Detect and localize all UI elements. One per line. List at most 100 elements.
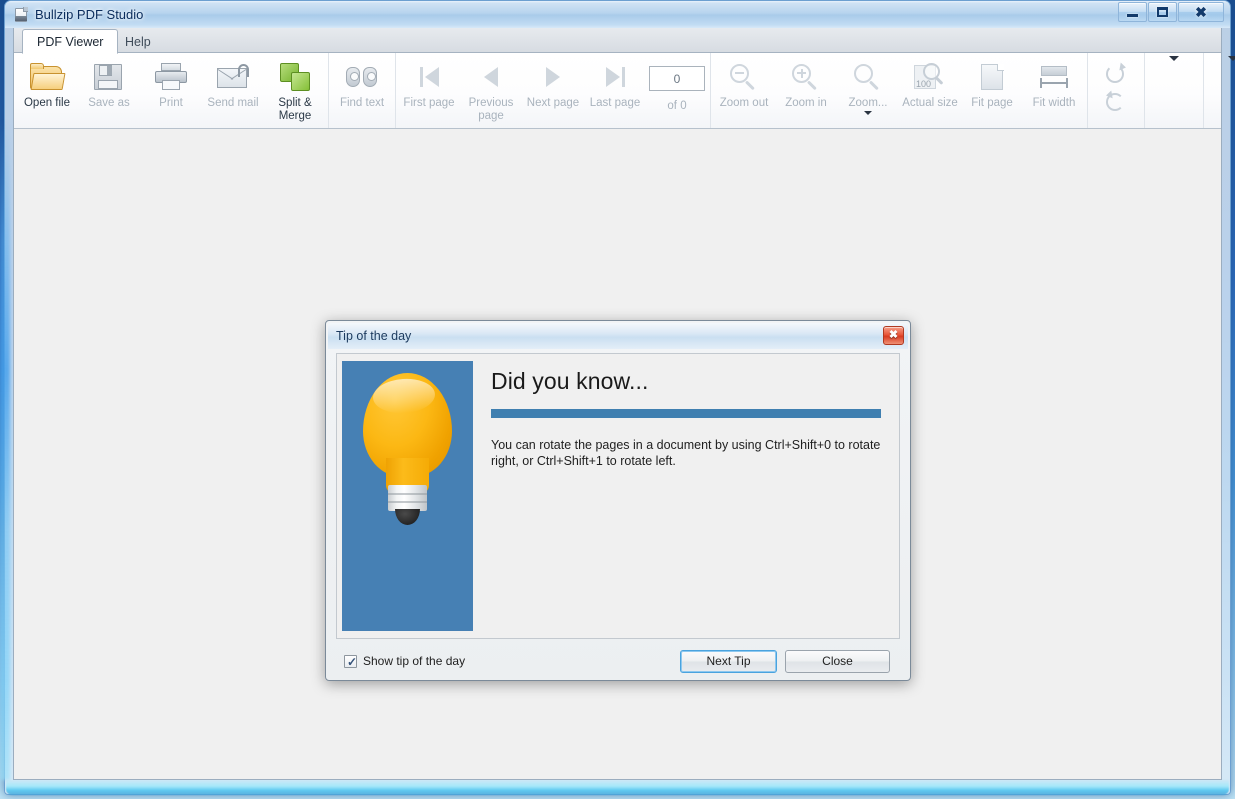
maximize-button[interactable] — [1148, 2, 1177, 22]
minimize-button[interactable] — [1118, 2, 1147, 22]
heading-divider — [491, 409, 881, 418]
ribbon-toolbar: Open file Save as Print Send mail Split … — [14, 53, 1221, 129]
chevron-down-icon[interactable] — [864, 111, 872, 115]
zoom-out-label: Zoom out — [713, 97, 775, 110]
binoculars-icon — [345, 65, 379, 89]
maximize-icon — [1157, 7, 1168, 17]
page-number-input[interactable]: 0 — [649, 66, 705, 91]
client-area: PDF Viewer Help Open file Save as — [13, 28, 1222, 780]
split-merge-label: Split & Merge — [264, 97, 326, 123]
magnifier-plus-icon — [791, 63, 821, 91]
fit-page-button[interactable]: Fit page — [961, 56, 1023, 126]
window-glow-left — [0, 120, 10, 780]
first-page-icon — [420, 67, 439, 87]
dialog-close-text-button[interactable]: Close — [785, 650, 890, 673]
minimize-icon — [1127, 14, 1138, 17]
dialog-titlebar[interactable]: Tip of the day ✖ — [328, 323, 908, 349]
ribbon-group-file: Open file Save as Print Send mail Split … — [14, 53, 329, 128]
fit-page-label: Fit page — [961, 97, 1023, 110]
tab-pdf-viewer[interactable]: PDF Viewer — [22, 29, 118, 54]
fit-width-label: Fit width — [1023, 97, 1085, 110]
actual-size-button[interactable]: 100 Actual size — [899, 56, 961, 126]
window-titlebar[interactable]: Bullzip PDF Studio ✖ — [5, 1, 1230, 28]
fit-page-icon — [979, 63, 1005, 91]
previous-page-button[interactable]: Previous page — [460, 56, 522, 126]
first-page-label: First page — [398, 97, 460, 110]
send-mail-button[interactable]: Send mail — [202, 56, 264, 126]
dialog-close-button[interactable]: ✖ — [883, 326, 904, 345]
print-label: Print — [140, 97, 202, 110]
floppy-save-icon — [94, 63, 124, 91]
tip-text: You can rotate the pages in a document b… — [491, 437, 881, 469]
window-controls: ✖ — [1118, 2, 1224, 22]
open-file-label: Open file — [16, 97, 78, 110]
next-page-button[interactable]: Next page — [522, 56, 584, 126]
show-tip-checkbox[interactable]: ✓ — [344, 655, 357, 668]
chevron-down-icon — [1228, 56, 1235, 61]
close-icon: ✖ — [889, 330, 898, 341]
first-page-button[interactable]: First page — [398, 56, 460, 126]
fit-width-button[interactable]: Fit width — [1023, 56, 1085, 126]
open-folder-icon — [30, 63, 64, 91]
print-button[interactable]: Print — [140, 56, 202, 126]
ribbon-tabstrip: PDF Viewer Help — [14, 28, 1221, 53]
split-merge-icon — [280, 63, 310, 91]
ribbon-group-overflow-2 — [1204, 53, 1235, 128]
zoom-out-button[interactable]: Zoom out — [713, 56, 775, 126]
checkmark-icon: ✓ — [347, 656, 357, 669]
actual-size-icon: 100 — [914, 63, 946, 91]
send-mail-icon — [217, 64, 249, 90]
last-page-icon — [606, 67, 625, 87]
previous-page-icon — [484, 67, 498, 87]
last-page-button[interactable]: Last page — [584, 56, 646, 126]
dialog-footer: ✓ Show tip of the day Next Tip Close — [336, 648, 900, 674]
zoom-in-button[interactable]: Zoom in — [775, 56, 837, 126]
rotate-clockwise-icon[interactable] — [1105, 64, 1127, 86]
tip-of-the-day-dialog: Tip of the day ✖ — [325, 320, 911, 681]
application-window: Bullzip PDF Studio ✖ PDF Viewer Help Ope… — [0, 0, 1235, 799]
pdf-document-icon — [13, 7, 29, 23]
dialog-title: Tip of the day — [336, 329, 411, 343]
open-file-button[interactable]: Open file — [16, 56, 78, 126]
document-viewport: Tip of the day ✖ — [14, 129, 1221, 778]
zoom-dropdown-button[interactable]: Zoom... — [837, 56, 899, 126]
show-tip-checkbox-row[interactable]: ✓ Show tip of the day — [344, 654, 465, 668]
magnifier-icon — [853, 63, 883, 91]
page-number-control: 0 of 0 — [646, 56, 708, 126]
zoom-in-label: Zoom in — [775, 97, 837, 110]
next-page-icon — [546, 67, 560, 87]
chevron-down-icon — [1169, 56, 1179, 61]
window-glow-bottom — [6, 779, 1229, 795]
find-text-button[interactable]: Find text — [331, 56, 393, 126]
ribbon-group-find: Find text — [329, 53, 396, 128]
split-merge-button[interactable]: Split & Merge — [264, 56, 326, 126]
dialog-content: Did you know... You can rotate the pages… — [473, 354, 899, 638]
ribbon-group-zoom: Zoom out Zoom in Zoom... 100 Actual size — [711, 53, 1088, 128]
next-page-label: Next page — [522, 97, 584, 110]
show-tip-label: Show tip of the day — [363, 654, 465, 668]
actual-size-label: Actual size — [899, 97, 961, 110]
tab-pdf-viewer-label: PDF Viewer — [37, 35, 103, 49]
overflow-dropdown-2[interactable] — [1206, 56, 1235, 69]
previous-page-label: Previous page — [460, 97, 522, 123]
page-count-label: of 0 — [646, 100, 708, 112]
close-icon: ✖ — [1195, 5, 1207, 19]
printer-icon — [155, 63, 187, 91]
save-as-label: Save as — [78, 97, 140, 110]
dialog-heading: Did you know... — [491, 368, 881, 395]
close-button[interactable]: ✖ — [1178, 2, 1224, 22]
magnifier-minus-icon — [729, 63, 759, 91]
overflow-dropdown-1[interactable] — [1147, 56, 1201, 69]
ribbon-group-overflow-1 — [1145, 53, 1204, 128]
tab-help[interactable]: Help — [111, 30, 165, 53]
next-tip-button[interactable]: Next Tip — [680, 650, 777, 673]
lightbulb-illustration — [342, 361, 473, 631]
zoom-dropdown-label: Zoom... — [837, 97, 899, 110]
fit-width-icon — [1038, 64, 1070, 90]
ribbon-group-rotate — [1088, 53, 1145, 128]
save-as-button[interactable]: Save as — [78, 56, 140, 126]
last-page-label: Last page — [584, 97, 646, 110]
dialog-body: Did you know... You can rotate the pages… — [336, 353, 900, 639]
tab-help-label: Help — [125, 35, 151, 49]
rotate-counterclockwise-icon[interactable] — [1105, 92, 1127, 114]
